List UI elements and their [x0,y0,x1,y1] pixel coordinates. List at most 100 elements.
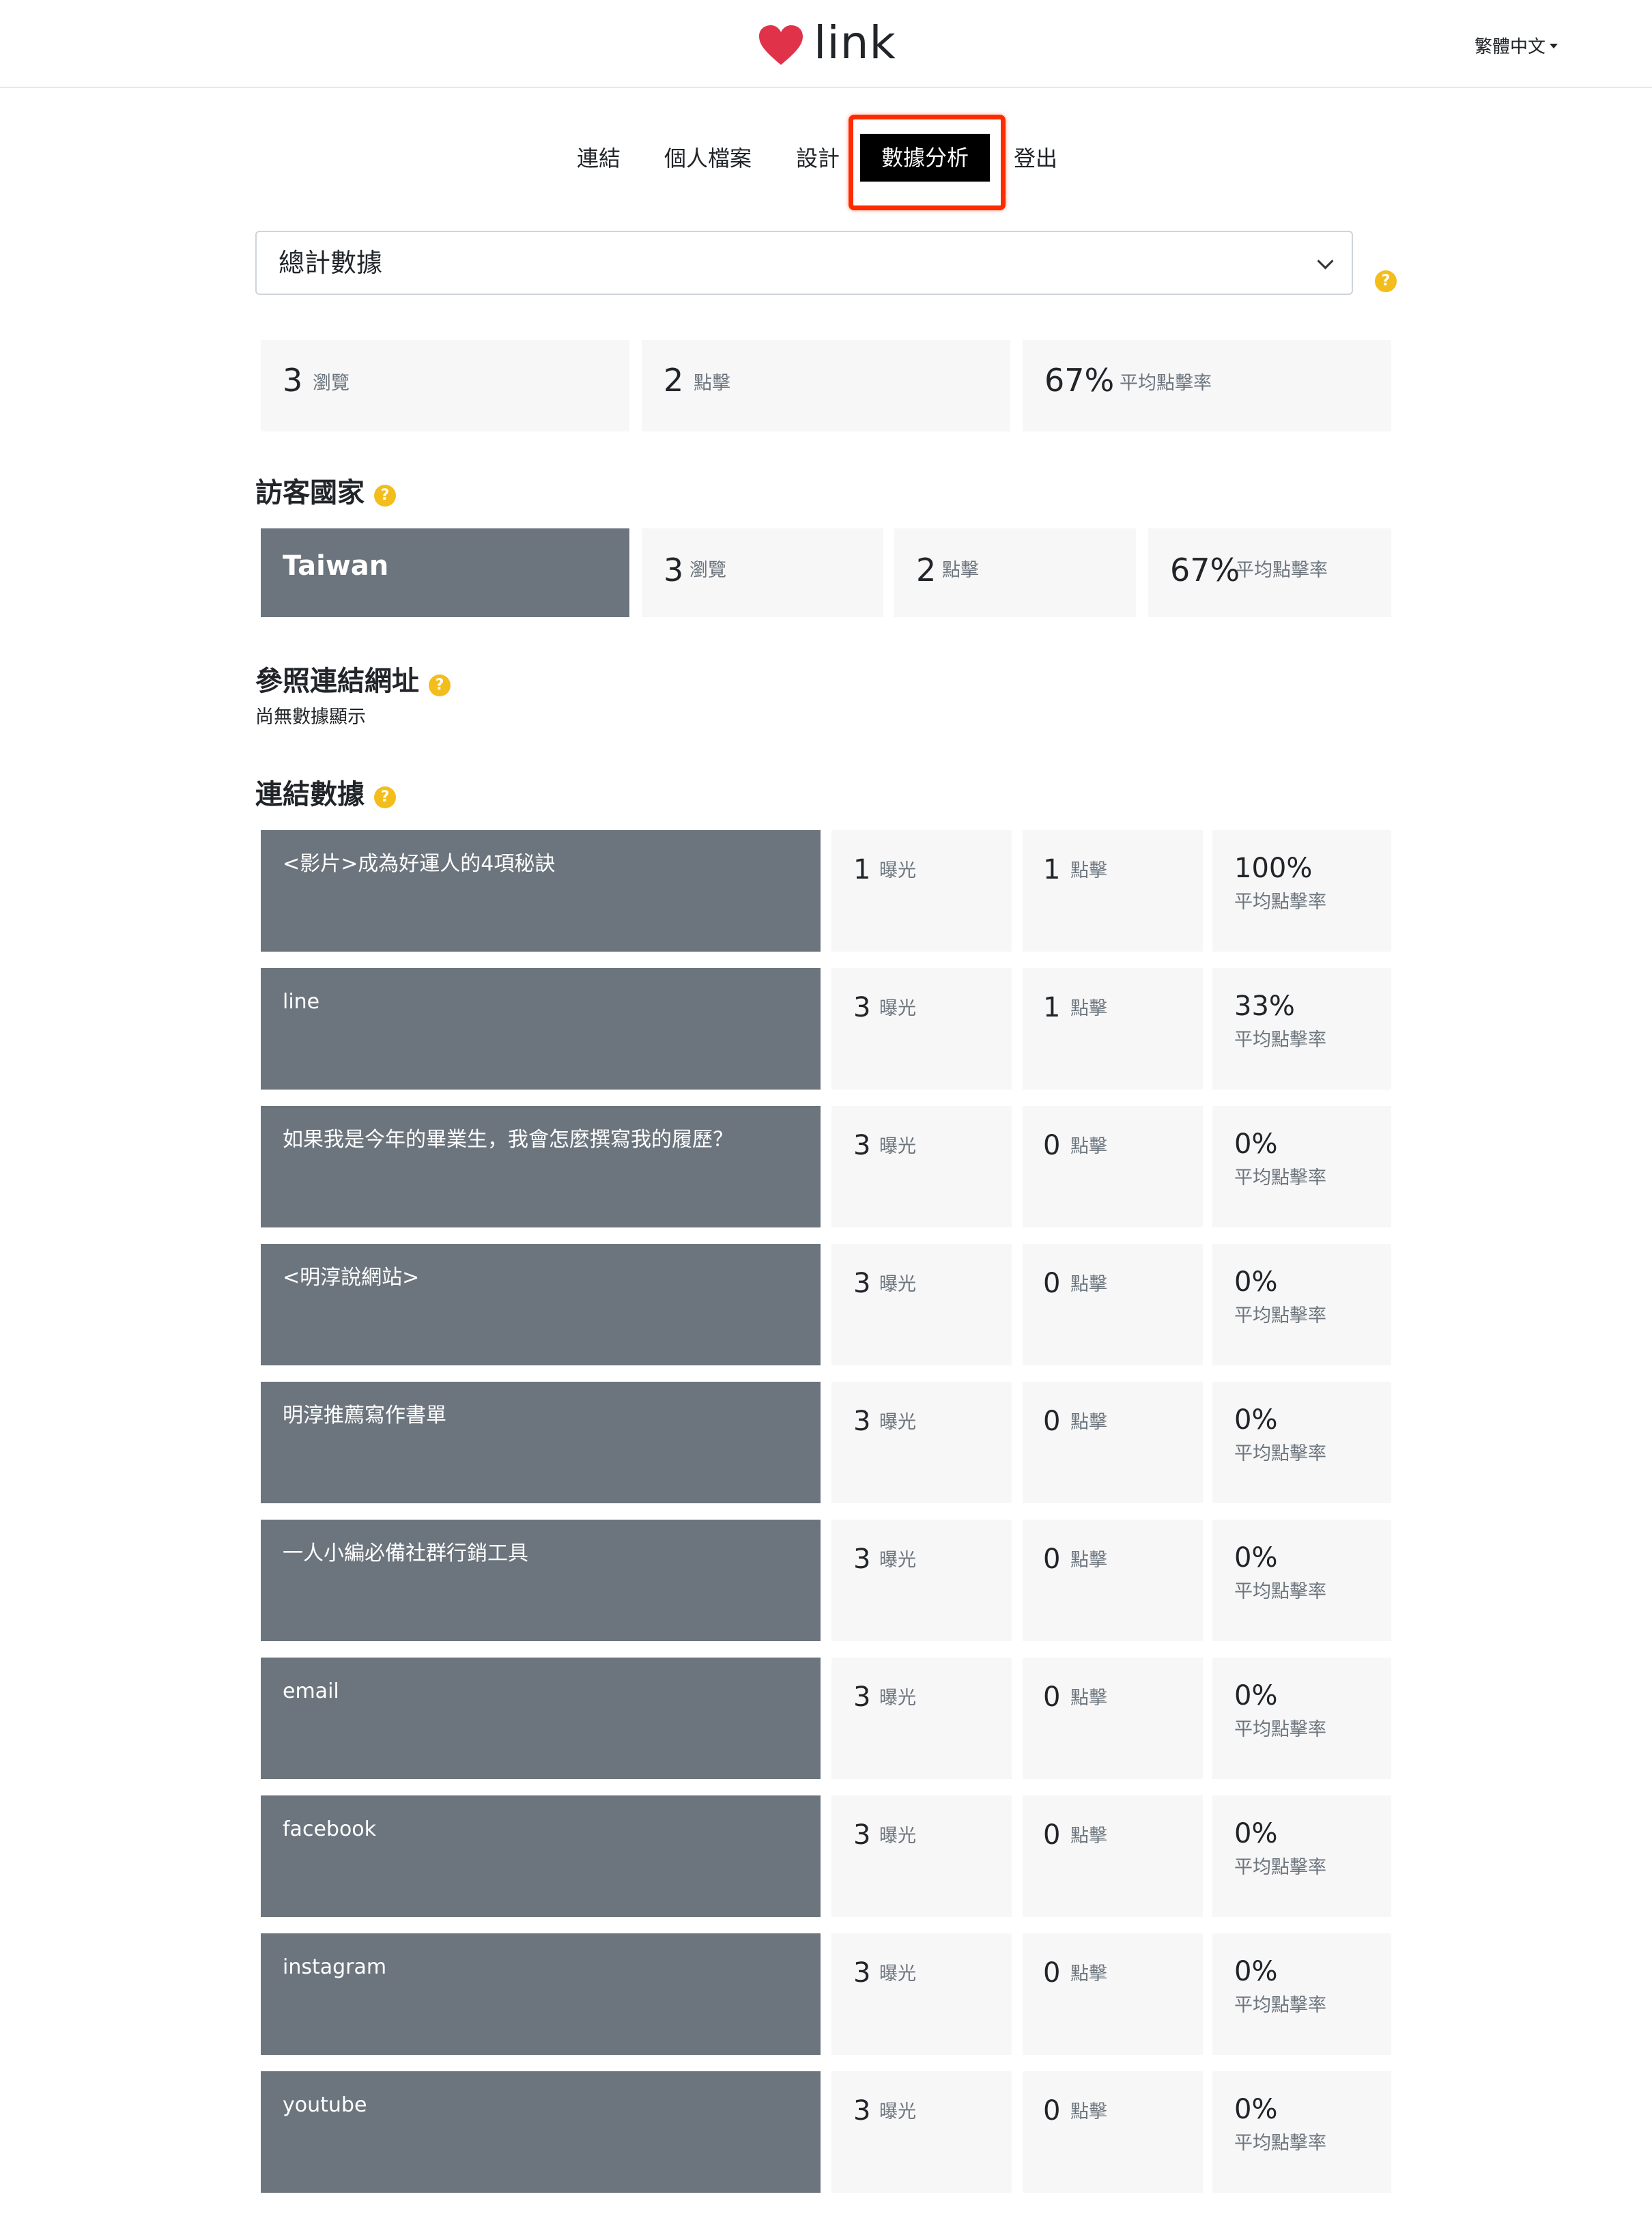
summary-ctr-card: 67% 平均點擊率 [1023,340,1391,431]
language-dropdown[interactable]: 繁體中文 [1475,33,1558,58]
link-clicks-value: 1 [1043,992,1061,1023]
link-title-card[interactable]: email [261,1658,821,1779]
top-header: link 繁體中文 [0,0,1652,88]
link-ctr-label: 平均點擊率 [1234,1581,1326,1602]
highlight-box [849,115,1006,210]
tab-design[interactable]: 設計 [796,137,840,180]
link-clicks-label: 點擊 [1070,1412,1107,1433]
country-ctr-card: 67% 平均點擊率 [1148,528,1391,617]
link-ctr-card: 0% 平均點擊率 [1212,1520,1391,1641]
link-clicks-card: 0 點擊 [1023,2071,1203,2193]
link-title: instagram [283,1955,387,1979]
help-icon[interactable]: ? [1375,270,1397,292]
link-clicks-value: 0 [1043,1544,1061,1575]
link-clicks-card: 1 點擊 [1023,830,1203,952]
link-impressions-label: 曝光 [879,1550,916,1571]
link-impressions-card: 3 曝光 [831,1106,1012,1227]
link-title-card[interactable]: line [261,968,821,1090]
caret-down-icon [1550,44,1558,48]
link-impressions-label: 曝光 [879,1688,916,1709]
tab-links[interactable]: 連結 [577,137,621,180]
link-clicks-label: 點擊 [1070,860,1107,881]
summary-views-label: 瀏覽 [313,373,350,394]
country-clicks-card: 2 點擊 [894,528,1136,617]
link-impressions-card: 3 曝光 [831,1933,1012,2055]
referrers-title: 參照連結網址 [255,666,419,697]
link-impressions-value: 3 [853,1957,871,1989]
link-title: email [283,1679,339,1703]
link-title-card[interactable]: <影片>成為好運人的4項秘訣 [261,830,821,952]
summary-views-card: 3 瀏覽 [261,340,629,431]
link-impressions-label: 曝光 [879,1825,916,1847]
help-icon[interactable]: ? [374,485,396,507]
link-impressions-value: 3 [853,1544,871,1575]
help-icon[interactable]: ? [374,786,396,808]
link-ctr-label: 平均點擊率 [1234,1443,1326,1464]
link-title: <影片>成為好運人的4項秘訣 [283,852,556,876]
link-ctr-card: 0% 平均點擊率 [1212,1795,1391,1917]
link-impressions-card: 3 曝光 [831,1382,1012,1503]
link-title-card[interactable]: 一人小編必備社群行銷工具 [261,1520,821,1641]
link-impressions-label: 曝光 [879,1963,916,1985]
logo[interactable]: link [758,18,896,72]
link-ctr-card: 0% 平均點擊率 [1212,2071,1391,2193]
link-title-card[interactable]: instagram [261,1933,821,2055]
link-ctr-label: 平均點擊率 [1234,892,1326,913]
tab-profile[interactable]: 個人檔案 [664,137,752,180]
link-clicks-card: 0 點擊 [1023,1795,1203,1917]
link-ctr-value: 0% [1234,2094,1278,2125]
link-impressions-card: 3 曝光 [831,1244,1012,1365]
link-ctr-card: 100% 平均點擊率 [1212,830,1391,952]
summary-ctr-label: 平均點擊率 [1120,373,1212,394]
link-impressions-value: 3 [853,1130,871,1161]
referrers-empty-text: 尚無數據顯示 [255,707,366,728]
link-impressions-label: 曝光 [879,1412,916,1433]
link-clicks-label: 點擊 [1070,2101,1107,2122]
chevron-down-icon [1317,253,1334,270]
summary-views-value: 3 [283,362,303,399]
link-ctr-label: 平均點擊率 [1234,1167,1326,1189]
link-impressions-label: 曝光 [879,2101,916,2122]
link-clicks-card: 0 點擊 [1023,1382,1203,1503]
link-clicks-label: 點擊 [1070,1550,1107,1571]
link-clicks-card: 0 點擊 [1023,1106,1203,1227]
link-impressions-value: 3 [853,1681,871,1713]
link-title: facebook [283,1817,377,1841]
link-ctr-card: 0% 平均點擊率 [1212,1933,1391,2055]
link-clicks-card: 0 點擊 [1023,1244,1203,1365]
summary-clicks-value: 2 [664,362,684,399]
link-clicks-card: 1 點擊 [1023,968,1203,1090]
link-title-card[interactable]: youtube [261,2071,821,2193]
stats-period-select[interactable]: 總計數據 [255,231,1353,295]
help-icon[interactable]: ? [429,674,451,696]
link-impressions-card: 1 曝光 [831,830,1012,952]
link-clicks-value: 0 [1043,1819,1061,1851]
tab-logout[interactable]: 登出 [1014,137,1057,180]
link-ctr-card: 33% 平均點擊率 [1212,968,1391,1090]
link-clicks-value: 0 [1043,1268,1061,1299]
summary-clicks-card: 2 點擊 [642,340,1010,431]
link-impressions-label: 曝光 [879,998,916,1019]
country-name: Taiwan [283,550,389,582]
link-ctr-label: 平均點擊率 [1234,1719,1326,1740]
link-clicks-value: 0 [1043,1406,1061,1437]
link-impressions-card: 3 曝光 [831,1658,1012,1779]
link-title-card[interactable]: 如果我是今年的畢業生，我會怎麼撰寫我的履歷？ [261,1106,821,1227]
country-views-card: 3 瀏覽 [642,528,883,617]
link-ctr-value: 33% [1234,991,1295,1022]
link-impressions-value: 3 [853,1406,871,1437]
link-ctr-value: 0% [1234,1404,1278,1436]
link-title-card[interactable]: 明淳推薦寫作書單 [261,1382,821,1503]
link-ctr-card: 0% 平均點擊率 [1212,1106,1391,1227]
link-clicks-label: 點擊 [1070,1963,1107,1985]
link-title-card[interactable]: facebook [261,1795,821,1917]
country-ctr-value: 67% [1170,552,1240,588]
link-title: 明淳推薦寫作書單 [283,1404,446,1427]
country-clicks-value: 2 [916,552,937,588]
link-ctr-value: 0% [1234,1266,1278,1298]
link-impressions-value: 1 [853,854,871,885]
link-title-card[interactable]: <明淳說網站> [261,1244,821,1365]
link-ctr-card: 0% 平均點擊率 [1212,1658,1391,1779]
link-clicks-label: 點擊 [1070,1825,1107,1847]
link-clicks-value: 1 [1043,854,1061,885]
